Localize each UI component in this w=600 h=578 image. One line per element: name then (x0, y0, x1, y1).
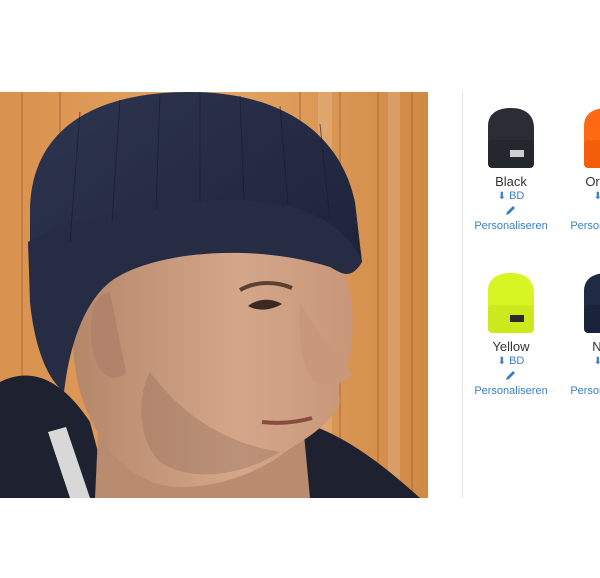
download-icon: ⬇ (593, 191, 600, 202)
download-label: BD (509, 355, 525, 367)
variant-black[interactable]: Black ⬇ BD Personaliseren (463, 104, 559, 233)
pencil-icon[interactable] (505, 369, 517, 381)
beanie-black-thumbnail[interactable] (476, 104, 546, 174)
variant-download-link[interactable]: ⬇ BD (463, 355, 559, 368)
variant-download-link[interactable]: ⬇ BD (559, 190, 600, 203)
beanie-model-image (0, 92, 428, 498)
download-icon: ⬇ (497, 191, 507, 202)
variant-name: Yellow (492, 339, 530, 354)
personalize-link[interactable]: Personaliseren (463, 220, 559, 233)
beanie-navy-thumbnail[interactable] (572, 269, 600, 339)
variant-download-link[interactable]: ⬇ BD (463, 190, 559, 203)
variant-name: Navy (592, 339, 600, 354)
variant-name: Black (495, 174, 527, 189)
personalize-link[interactable]: Personaliseren (559, 385, 600, 398)
variant-navy[interactable]: Navy ⬇ BD Personaliseren (559, 269, 600, 398)
color-variants-panel: Black ⬇ BD Personaliseren Orange ⬇ BD Pe… (463, 92, 600, 498)
variant-orange[interactable]: Orange ⬇ BD Personaliseren (559, 104, 600, 233)
variant-download-link[interactable]: ⬇ BD (559, 355, 600, 368)
personalize-link[interactable]: Personaliseren (559, 220, 600, 233)
product-main-photo[interactable] (0, 92, 428, 498)
pencil-icon[interactable] (505, 204, 517, 216)
beanie-orange-thumbnail[interactable] (572, 104, 600, 174)
variant-yellow[interactable]: Yellow ⬇ BD Personaliseren (463, 269, 559, 398)
beanie-yellow-thumbnail[interactable] (476, 269, 546, 339)
download-icon: ⬇ (497, 356, 507, 367)
personalize-link[interactable]: Personaliseren (463, 385, 559, 398)
variant-name: Orange (585, 174, 600, 189)
download-icon: ⬇ (593, 356, 600, 367)
download-label: BD (509, 190, 525, 202)
